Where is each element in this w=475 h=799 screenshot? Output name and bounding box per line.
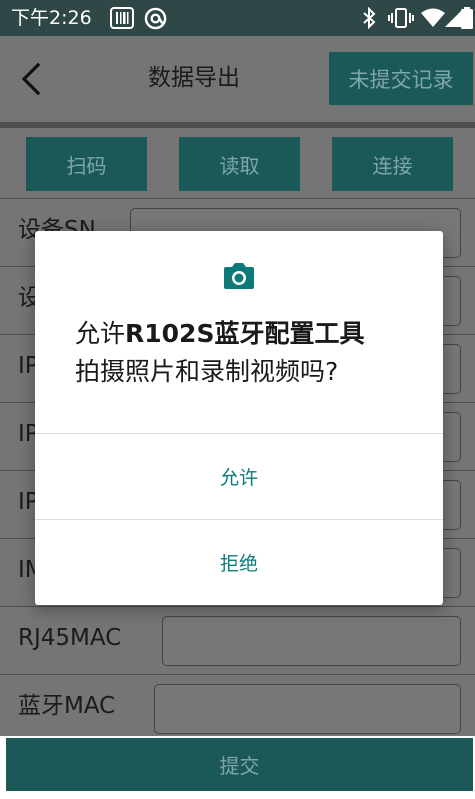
submit-button[interactable]: 提交 [6, 738, 473, 791]
battery-icon [461, 7, 473, 29]
bluetooth-mac-input[interactable] [154, 684, 461, 734]
status-bar: 下午2:26 [0, 0, 475, 36]
status-time: 下午2:26 [11, 7, 92, 29]
app-name: R102S蓝牙配置工具 [125, 319, 365, 348]
message-prefix: 允许 [75, 319, 126, 348]
barcode-app-icon [110, 7, 134, 29]
read-button[interactable]: 读取 [179, 137, 300, 191]
form-row-bluetooth-mac: 蓝牙MAC [0, 674, 475, 742]
message-suffix: 拍摄照片和录制视频吗? [75, 357, 339, 386]
rj45-mac-label: RJ45MAC [18, 625, 122, 651]
camera-icon [224, 263, 254, 289]
form-row-rj45-mac: RJ45MAC [0, 606, 475, 674]
app-header: 数据导出 未提交记录 [0, 36, 475, 122]
allow-button[interactable]: 允许 [35, 434, 443, 518]
camera-permission-dialog: 允许R102S蓝牙配置工具 拍摄照片和录制视频吗? 允许 拒绝 [35, 231, 443, 605]
vibrate-icon [388, 8, 414, 28]
bluetooth-icon [363, 7, 376, 29]
wifi-icon [421, 8, 445, 27]
bluetooth-mac-label: 蓝牙MAC [18, 693, 116, 719]
scan-button[interactable]: 扫码 [26, 137, 147, 191]
unsubmitted-records-button[interactable]: 未提交记录 [329, 52, 473, 105]
permission-message: 允许R102S蓝牙配置工具 拍摄照片和录制视频吗? [75, 315, 425, 391]
rj45-mac-input[interactable] [162, 616, 461, 666]
at-sign-icon [144, 7, 167, 30]
deny-button[interactable]: 拒绝 [35, 520, 443, 604]
connect-button[interactable]: 连接 [332, 137, 453, 191]
